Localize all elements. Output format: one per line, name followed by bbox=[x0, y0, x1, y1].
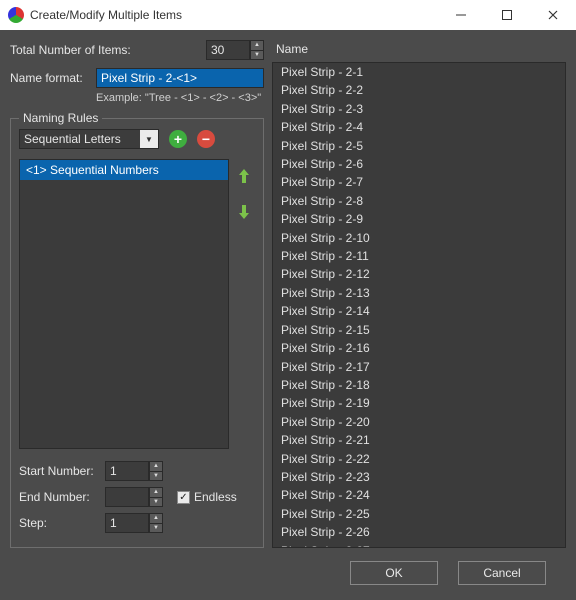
end-number-label: End Number: bbox=[19, 490, 99, 504]
total-items-input[interactable] bbox=[206, 40, 250, 60]
naming-rules-legend: Naming Rules bbox=[19, 111, 102, 125]
name-list-item[interactable]: Pixel Strip - 2-4 bbox=[273, 118, 565, 136]
name-list-item[interactable]: Pixel Strip - 2-15 bbox=[273, 321, 565, 339]
ok-button[interactable]: OK bbox=[350, 561, 438, 585]
name-list-item[interactable]: Pixel Strip - 2-27 bbox=[273, 542, 565, 548]
dialog-window: Create/Modify Multiple Items Total Numbe… bbox=[0, 0, 576, 600]
add-rule-button[interactable]: + bbox=[169, 130, 187, 148]
close-button[interactable] bbox=[530, 0, 576, 30]
step-label: Step: bbox=[19, 516, 99, 530]
rule-type-selected: Sequential Letters bbox=[20, 132, 140, 146]
name-list-item[interactable]: Pixel Strip - 2-5 bbox=[273, 137, 565, 155]
move-down-button[interactable] bbox=[237, 203, 251, 221]
name-list-header: Name bbox=[272, 40, 566, 62]
name-list-item[interactable]: Pixel Strip - 2-17 bbox=[273, 358, 565, 376]
titlebar: Create/Modify Multiple Items bbox=[0, 0, 576, 30]
minimize-button[interactable] bbox=[438, 0, 484, 30]
content-area: Total Number of Items: ▲ ▼ Name format: … bbox=[0, 30, 576, 554]
name-list-item[interactable]: Pixel Strip - 2-14 bbox=[273, 302, 565, 320]
name-list-item[interactable]: Pixel Strip - 2-26 bbox=[273, 523, 565, 541]
total-items-down[interactable]: ▼ bbox=[250, 50, 264, 61]
name-list-item[interactable]: Pixel Strip - 2-24 bbox=[273, 486, 565, 504]
name-list-item[interactable]: Pixel Strip - 2-20 bbox=[273, 413, 565, 431]
maximize-button[interactable] bbox=[484, 0, 530, 30]
start-number-spinner[interactable]: ▲▼ bbox=[105, 461, 163, 481]
rule-type-combo[interactable]: Sequential Letters ▼ bbox=[19, 129, 159, 149]
naming-rules-group: Naming Rules Sequential Letters ▼ + − <1… bbox=[10, 118, 264, 548]
start-number-label: Start Number: bbox=[19, 464, 99, 478]
name-list-item[interactable]: Pixel Strip - 2-6 bbox=[273, 155, 565, 173]
name-list-item[interactable]: Pixel Strip - 2-9 bbox=[273, 210, 565, 228]
name-list-item[interactable]: Pixel Strip - 2-1 bbox=[273, 63, 565, 81]
name-list-item[interactable]: Pixel Strip - 2-10 bbox=[273, 229, 565, 247]
left-panel: Total Number of Items: ▲ ▼ Name format: … bbox=[10, 40, 264, 548]
name-list-item[interactable]: Pixel Strip - 2-16 bbox=[273, 339, 565, 357]
rule-listbox[interactable]: <1> Sequential Numbers bbox=[19, 159, 229, 449]
step-spinner[interactable]: ▲▼ bbox=[105, 513, 163, 533]
rule-list-item[interactable]: <1> Sequential Numbers bbox=[20, 160, 228, 180]
start-number-input[interactable] bbox=[105, 461, 149, 481]
window-title: Create/Modify Multiple Items bbox=[30, 8, 438, 22]
dialog-footer: OK Cancel bbox=[0, 554, 576, 600]
step-input[interactable] bbox=[105, 513, 149, 533]
endless-label: Endless bbox=[194, 490, 237, 504]
name-list-item[interactable]: Pixel Strip - 2-11 bbox=[273, 247, 565, 265]
total-items-up[interactable]: ▲ bbox=[250, 40, 264, 50]
end-number-spinner[interactable]: ▲▼ bbox=[105, 487, 163, 507]
app-icon bbox=[8, 7, 24, 23]
step-down[interactable]: ▼ bbox=[149, 523, 163, 534]
total-items-spinner[interactable]: ▲ ▼ bbox=[206, 40, 264, 60]
total-items-label: Total Number of Items: bbox=[10, 43, 200, 57]
name-list-item[interactable]: Pixel Strip - 2-25 bbox=[273, 505, 565, 523]
name-list-item[interactable]: Pixel Strip - 2-23 bbox=[273, 468, 565, 486]
name-list-item[interactable]: Pixel Strip - 2-12 bbox=[273, 265, 565, 283]
name-format-input[interactable] bbox=[96, 68, 264, 88]
name-list-item[interactable]: Pixel Strip - 2-22 bbox=[273, 450, 565, 468]
name-list-item[interactable]: Pixel Strip - 2-7 bbox=[273, 173, 565, 191]
end-number-up[interactable]: ▲ bbox=[149, 487, 163, 497]
remove-rule-button[interactable]: − bbox=[197, 130, 215, 148]
name-list-item[interactable]: Pixel Strip - 2-13 bbox=[273, 284, 565, 302]
step-up[interactable]: ▲ bbox=[149, 513, 163, 523]
move-up-button[interactable] bbox=[237, 167, 251, 185]
name-format-example: Example: "Tree - <1> - <2> - <3>" bbox=[96, 92, 261, 104]
name-list-item[interactable]: Pixel Strip - 2-3 bbox=[273, 100, 565, 118]
start-number-down[interactable]: ▼ bbox=[149, 471, 163, 482]
name-list-item[interactable]: Pixel Strip - 2-18 bbox=[273, 376, 565, 394]
cancel-button[interactable]: Cancel bbox=[458, 561, 546, 585]
name-list-item[interactable]: Pixel Strip - 2-21 bbox=[273, 431, 565, 449]
chevron-down-icon: ▼ bbox=[140, 130, 158, 148]
name-format-label: Name format: bbox=[10, 71, 90, 85]
end-number-down[interactable]: ▼ bbox=[149, 497, 163, 508]
start-number-up[interactable]: ▲ bbox=[149, 461, 163, 471]
endless-checkbox[interactable]: ✓ Endless bbox=[177, 490, 237, 504]
check-icon: ✓ bbox=[177, 491, 190, 504]
name-list-item[interactable]: Pixel Strip - 2-2 bbox=[273, 81, 565, 99]
name-listbox[interactable]: Pixel Strip - 2-1Pixel Strip - 2-2Pixel … bbox=[272, 62, 566, 548]
name-list-item[interactable]: Pixel Strip - 2-8 bbox=[273, 192, 565, 210]
name-list-item[interactable]: Pixel Strip - 2-19 bbox=[273, 394, 565, 412]
end-number-input[interactable] bbox=[105, 487, 149, 507]
right-panel: Name Pixel Strip - 2-1Pixel Strip - 2-2P… bbox=[272, 40, 566, 548]
